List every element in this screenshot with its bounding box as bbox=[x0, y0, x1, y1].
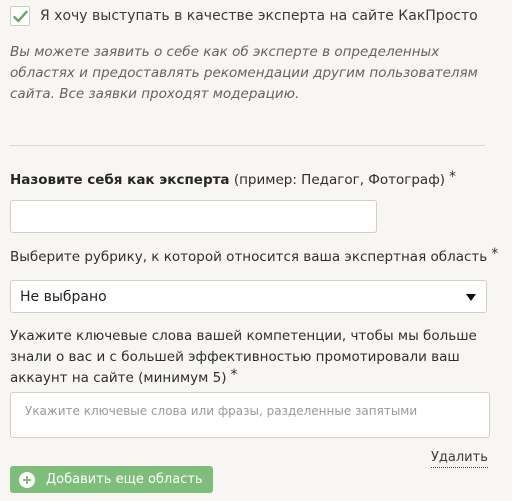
add-area-button[interactable]: Добавить еще область bbox=[10, 466, 213, 493]
expert-checkbox-label: Я хочу выступать в качестве эксперта на … bbox=[40, 8, 478, 24]
keywords-label: Укажите ключевые слова вашей компетенции… bbox=[10, 326, 488, 389]
expert-checkbox-row[interactable]: Я хочу выступать в качестве эксперта на … bbox=[10, 6, 478, 26]
expert-title-label-bold: Назовите себя как эксперта bbox=[10, 172, 230, 188]
category-select[interactable]: Не выбрано bbox=[10, 280, 487, 313]
required-mark: * bbox=[230, 367, 238, 383]
required-mark: * bbox=[491, 246, 499, 262]
category-select-value: Не выбрано bbox=[20, 288, 107, 305]
expert-title-label-hint: (пример: Педагог, Фотограф) bbox=[233, 172, 446, 188]
add-area-button-label: Добавить еще область bbox=[46, 472, 203, 487]
expert-application-form: Я хочу выступать в качестве эксперта на … bbox=[0, 0, 512, 501]
expert-checkbox[interactable] bbox=[10, 6, 30, 26]
keywords-input[interactable]: Укажите ключевые слова или фразы, раздел… bbox=[10, 392, 490, 438]
plus-circle-icon bbox=[19, 471, 35, 488]
remove-area-link[interactable]: Удалить bbox=[431, 449, 488, 468]
checkmark-icon bbox=[12, 10, 28, 23]
category-label-text: Выберите рубрику, к которой относится ва… bbox=[10, 249, 488, 265]
expert-title-input[interactable] bbox=[10, 200, 377, 233]
expert-title-label: Назовите себя как эксперта (пример: Педа… bbox=[10, 169, 457, 190]
category-label: Выберите рубрику, к которой относится ва… bbox=[10, 246, 499, 267]
dropdown-arrow-icon bbox=[466, 293, 476, 301]
section-divider bbox=[10, 145, 485, 146]
expert-info-note: Вы можете заявить о себе как об эксперте… bbox=[10, 44, 478, 102]
keywords-label-text: Укажите ключевые слова вашей компетенции… bbox=[10, 328, 477, 386]
required-mark: * bbox=[449, 169, 457, 185]
